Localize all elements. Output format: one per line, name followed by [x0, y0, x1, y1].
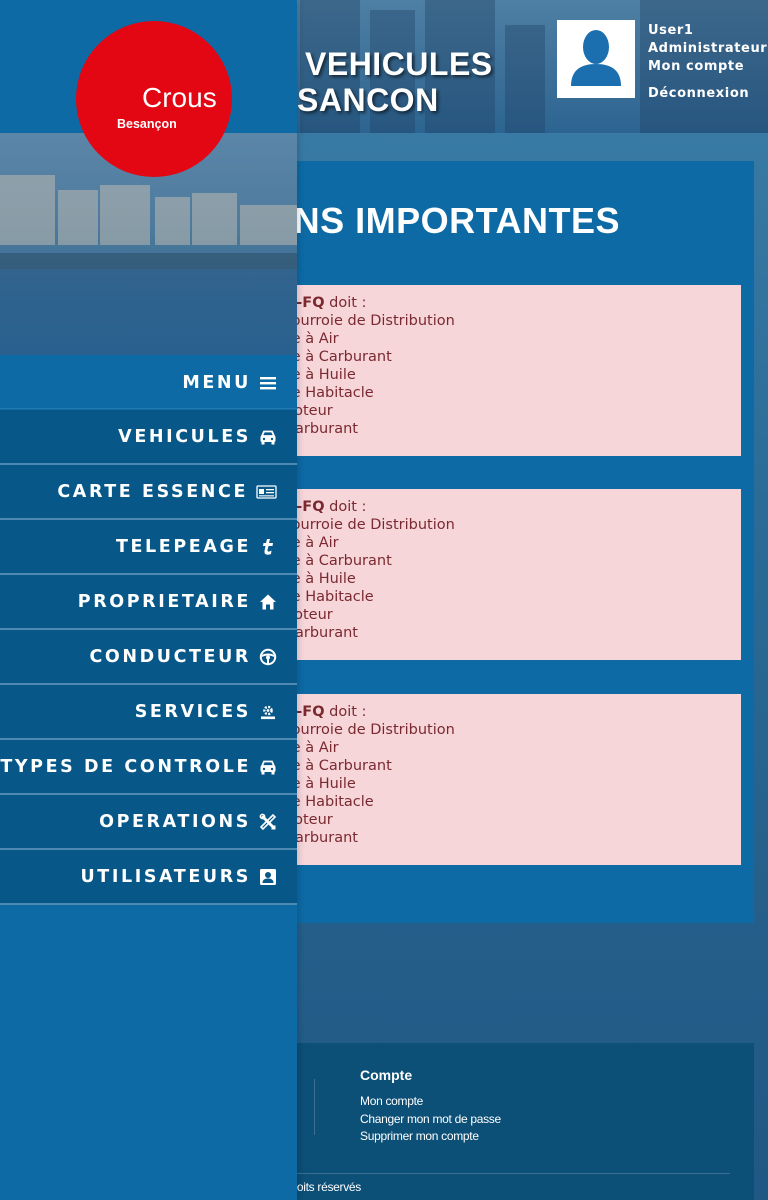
sidebar-item-label: TELEPEAGE: [115, 536, 251, 557]
list-item: Filtre à Air: [265, 535, 339, 551]
maintenance-list: la Courroie de Distribution Filtre à Air…: [260, 516, 741, 642]
footer-link-delete-account[interactable]: Supprimer mon compte: [360, 1128, 501, 1146]
list-item: la Courroie de Distribution: [264, 313, 455, 329]
list-item: e à carburant: [260, 830, 358, 846]
list-item: la Courroie de Distribution: [264, 517, 455, 533]
list-item: e à carburant: [260, 625, 358, 641]
logo-word: Crous: [142, 82, 217, 113]
footer-links: Mon compte Changer mon mot de passe Supp…: [360, 1093, 501, 1146]
sidebar-item-label: SERVICES: [134, 701, 251, 722]
list-item: ile Moteur: [260, 607, 333, 623]
sidebar-item-label: OPERATIONS: [99, 811, 251, 832]
user-card-icon: [259, 868, 277, 886]
home-icon: [259, 593, 277, 611]
list-item: Filtre à Huile: [265, 367, 356, 383]
gear-service-icon: [259, 703, 277, 721]
sidebar-item-label: CARTE ESSENCE: [57, 481, 248, 502]
user-name: User1: [648, 23, 694, 38]
alert-suffix: doit :: [324, 704, 367, 720]
sidebar-item-carte-essence[interactable]: CARTE ESSENCE: [0, 465, 297, 520]
menu-label: MENU: [182, 372, 251, 393]
list-item: Filtre Habitacle: [265, 794, 374, 810]
sidebar-item-types-de-controle[interactable]: TYPES DE CONTROLE: [0, 740, 297, 795]
alert-heading: -123-FQ doit :: [260, 498, 741, 516]
sidebar-item-conducteur[interactable]: CONDUCTEUR: [0, 630, 297, 685]
footer-heading: Compte: [360, 1067, 413, 1083]
id-card-icon: [256, 483, 277, 501]
list-item: Filtre à Carburant: [265, 553, 392, 569]
sidebar-item-operations[interactable]: OPERATIONS: [0, 795, 297, 850]
alert-heading: -123-FQ doit :: [260, 703, 741, 721]
user-silhouette-icon: [571, 30, 621, 86]
list-item: la Courroie de Distribution: [264, 722, 455, 738]
logout-link[interactable]: Déconnexion: [648, 85, 767, 103]
list-item: Filtre à Air: [265, 331, 339, 347]
list-item: ile Moteur: [260, 812, 333, 828]
list-item: ile Moteur: [260, 403, 333, 419]
menu-toggle[interactable]: MENU: [0, 357, 297, 409]
footer-link-change-password[interactable]: Changer mon mot de passe: [360, 1111, 501, 1129]
sidebar-item-label: TYPES DE CONTROLE: [0, 756, 251, 777]
sidebar-item-proprietaire[interactable]: PROPRIETAIRE: [0, 575, 297, 630]
maintenance-list: la Courroie de Distribution Filtre à Air…: [260, 312, 741, 438]
user-links: User1 Administrateur Mon compte Déconnex…: [648, 22, 767, 103]
list-item: Filtre Habitacle: [265, 589, 374, 605]
user-role: Administrateur: [648, 41, 768, 56]
sidebar-item-telepeage[interactable]: TELEPEAGE: [0, 520, 297, 575]
list-item: Filtre à Huile: [265, 776, 356, 792]
car-icon: [259, 758, 277, 776]
footer: Compte Mon compte Changer mon mot de pas…: [260, 1043, 754, 1200]
sidebar-item-label: VEHICULES: [118, 426, 251, 447]
footer-link-account[interactable]: Mon compte: [360, 1093, 501, 1111]
sidebar: Crous Besançon MENU VEHICULES CARTE ESSE…: [0, 0, 297, 1200]
telepeage-t-icon: [259, 538, 277, 556]
account-link[interactable]: Mon compte: [648, 58, 767, 76]
tools-icon: [259, 813, 277, 831]
sidebar-item-vehicules[interactable]: VEHICULES: [0, 410, 297, 465]
hamburger-icon: [259, 374, 277, 392]
crous-logo[interactable]: Crous Besançon: [76, 21, 232, 177]
user-panel: User1 Administrateur Mon compte Déconnex…: [557, 20, 768, 110]
steering-wheel-icon: [259, 648, 277, 666]
list-item: Filtre Habitacle: [265, 385, 374, 401]
list-item: Filtre à Carburant: [265, 349, 392, 365]
logo-city: Besançon: [117, 117, 177, 131]
list-item: e à carburant: [260, 421, 358, 437]
sidebar-item-label: CONDUCTEUR: [89, 646, 251, 667]
list-item: Filtre à Carburant: [265, 758, 392, 774]
footer-separator: [260, 1173, 730, 1174]
sidebar-item-services[interactable]: SERVICES: [0, 685, 297, 740]
alert-heading: -123-FQ doit :: [260, 294, 741, 312]
list-item: Filtre à Air: [265, 740, 339, 756]
footer-divider: [314, 1079, 315, 1135]
sidebar-item-utilisateurs[interactable]: UTILISATEURS: [0, 850, 297, 905]
car-icon: [259, 428, 277, 446]
sidebar-item-label: UTILISATEURS: [80, 866, 251, 887]
avatar[interactable]: [557, 20, 635, 98]
alert-suffix: doit :: [324, 499, 367, 515]
list-item: Filtre à Huile: [265, 571, 356, 587]
sidebar-item-label: PROPRIETAIRE: [77, 591, 251, 612]
alert-suffix: doit :: [324, 295, 367, 311]
maintenance-list: la Courroie de Distribution Filtre à Air…: [260, 721, 741, 847]
